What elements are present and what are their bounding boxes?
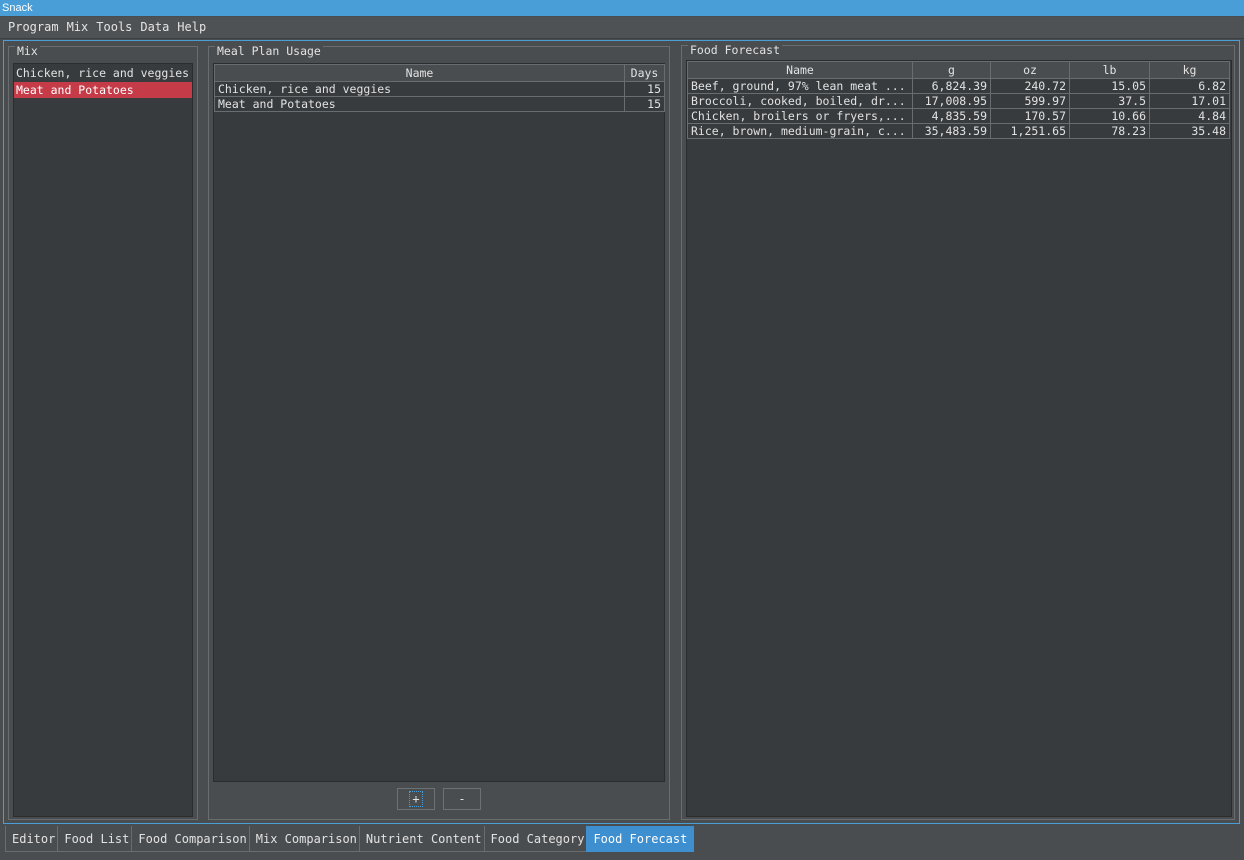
- window-title: Snack: [2, 2, 33, 14]
- tab-nutrient-content[interactable]: Nutrient Content: [358, 826, 489, 852]
- menu-bar: Program Mix Tools Data Help: [0, 17, 1244, 39]
- mix-list[interactable]: Chicken, rice and veggies Meat and Potat…: [13, 63, 193, 817]
- tab-mix-comparison[interactable]: Mix Comparison: [248, 826, 364, 852]
- ounces-cell[interactable]: 1,251.65: [990, 123, 1070, 139]
- meal-plan-header-row: Name Days: [214, 64, 665, 82]
- pounds-cell[interactable]: 37.5: [1069, 93, 1150, 109]
- meal-days-cell[interactable]: 15: [624, 96, 665, 112]
- pounds-cell[interactable]: 10.66: [1069, 108, 1150, 124]
- tab-food-comparison[interactable]: Food Comparison: [131, 826, 254, 852]
- forecast-title: Food Forecast: [688, 43, 783, 57]
- food-name-cell[interactable]: Broccoli, cooked, boiled, dr...: [687, 93, 913, 109]
- column-header-days[interactable]: Days: [624, 64, 665, 82]
- meal-plan-group: Meal Plan Usage Name Days Chicken, rice …: [208, 44, 670, 820]
- forecast-table-area[interactable]: Name g oz lb kg Beef, ground, 97% lean m…: [686, 60, 1232, 817]
- food-name-cell[interactable]: Chicken, broilers or fryers,...: [687, 108, 913, 124]
- grams-cell[interactable]: 35,483.59: [912, 123, 991, 139]
- mix-list-item-selected[interactable]: Meat and Potatoes: [14, 82, 192, 98]
- column-header-name[interactable]: Name: [214, 64, 625, 82]
- ounces-cell[interactable]: 599.97: [990, 93, 1070, 109]
- forecast-table: Name g oz lb kg Beef, ground, 97% lean m…: [687, 61, 1230, 139]
- kilograms-cell[interactable]: 6.82: [1149, 78, 1230, 94]
- tab-editor[interactable]: Editor: [5, 826, 63, 852]
- mix-list-item[interactable]: Chicken, rice and veggies: [14, 65, 192, 81]
- table-row[interactable]: Beef, ground, 97% lean meat ... 6,824.39…: [687, 78, 1230, 94]
- add-meal-button-label: +: [409, 791, 423, 807]
- tab-food-list[interactable]: Food List: [57, 826, 137, 852]
- column-header-lb[interactable]: lb: [1069, 61, 1150, 79]
- column-header-kg[interactable]: kg: [1149, 61, 1230, 79]
- pounds-cell[interactable]: 15.05: [1069, 78, 1150, 94]
- table-row[interactable]: Broccoli, cooked, boiled, dr... 17,008.9…: [687, 93, 1230, 109]
- meal-plan-table: Name Days Chicken, rice and veggies 15 M…: [214, 64, 665, 112]
- meal-plan-title: Meal Plan Usage: [215, 44, 323, 58]
- pounds-cell[interactable]: 78.23: [1069, 123, 1150, 139]
- table-row[interactable]: Rice, brown, medium-grain, c... 35,483.5…: [687, 123, 1230, 139]
- column-header-name[interactable]: Name: [687, 61, 913, 79]
- forecast-header-row: Name g oz lb kg: [687, 61, 1230, 79]
- mix-group-title: Mix: [15, 44, 40, 58]
- mix-group: Mix Chicken, rice and veggies Meat and P…: [8, 44, 198, 820]
- meal-name-cell[interactable]: Meat and Potatoes: [214, 96, 625, 112]
- tab-bar: Editor Food List Food Comparison Mix Compar…: [5, 826, 1241, 852]
- table-row[interactable]: Chicken, rice and veggies 15: [214, 81, 665, 97]
- menu-mix[interactable]: Mix: [63, 17, 93, 38]
- grams-cell[interactable]: 17,008.95: [912, 93, 991, 109]
- menu-data[interactable]: Data: [136, 17, 173, 38]
- table-row[interactable]: Meat and Potatoes 15: [214, 96, 665, 112]
- table-row[interactable]: Chicken, broilers or fryers,... 4,835.59…: [687, 108, 1230, 124]
- meal-plan-table-area[interactable]: Name Days Chicken, rice and veggies 15 M…: [213, 63, 665, 782]
- kilograms-cell[interactable]: 35.48: [1149, 123, 1230, 139]
- grams-cell[interactable]: 6,824.39: [912, 78, 991, 94]
- tab-food-category[interactable]: Food Category: [483, 826, 592, 852]
- remove-meal-button-label: -: [458, 792, 466, 806]
- food-name-cell[interactable]: Beef, ground, 97% lean meat ...: [687, 78, 913, 94]
- kilograms-cell[interactable]: 4.84: [1149, 108, 1230, 124]
- menu-help[interactable]: Help: [173, 17, 210, 38]
- column-header-g[interactable]: g: [912, 61, 991, 79]
- splitter-right[interactable]: [673, 46, 678, 820]
- meal-name-cell[interactable]: Chicken, rice and veggies: [214, 81, 625, 97]
- add-meal-button[interactable]: +: [397, 788, 435, 810]
- window-titlebar: Snack: [0, 0, 1244, 16]
- ounces-cell[interactable]: 170.57: [990, 108, 1070, 124]
- ounces-cell[interactable]: 240.72: [990, 78, 1070, 94]
- column-header-oz[interactable]: oz: [990, 61, 1070, 79]
- forecast-group: Food Forecast Name g oz lb kg Beef, grou…: [681, 43, 1235, 820]
- tab-food-forecast[interactable]: Food Forecast: [586, 826, 695, 852]
- menu-program[interactable]: Program: [4, 17, 63, 38]
- main-frame: Mix Chicken, rice and veggies Meat and P…: [3, 40, 1240, 824]
- meal-days-cell[interactable]: 15: [624, 81, 665, 97]
- splitter-left[interactable]: [201, 46, 206, 820]
- grams-cell[interactable]: 4,835.59: [912, 108, 991, 124]
- remove-meal-button[interactable]: -: [443, 788, 481, 810]
- food-name-cell[interactable]: Rice, brown, medium-grain, c...: [687, 123, 913, 139]
- kilograms-cell[interactable]: 17.01: [1149, 93, 1230, 109]
- menu-tools[interactable]: Tools: [92, 17, 136, 38]
